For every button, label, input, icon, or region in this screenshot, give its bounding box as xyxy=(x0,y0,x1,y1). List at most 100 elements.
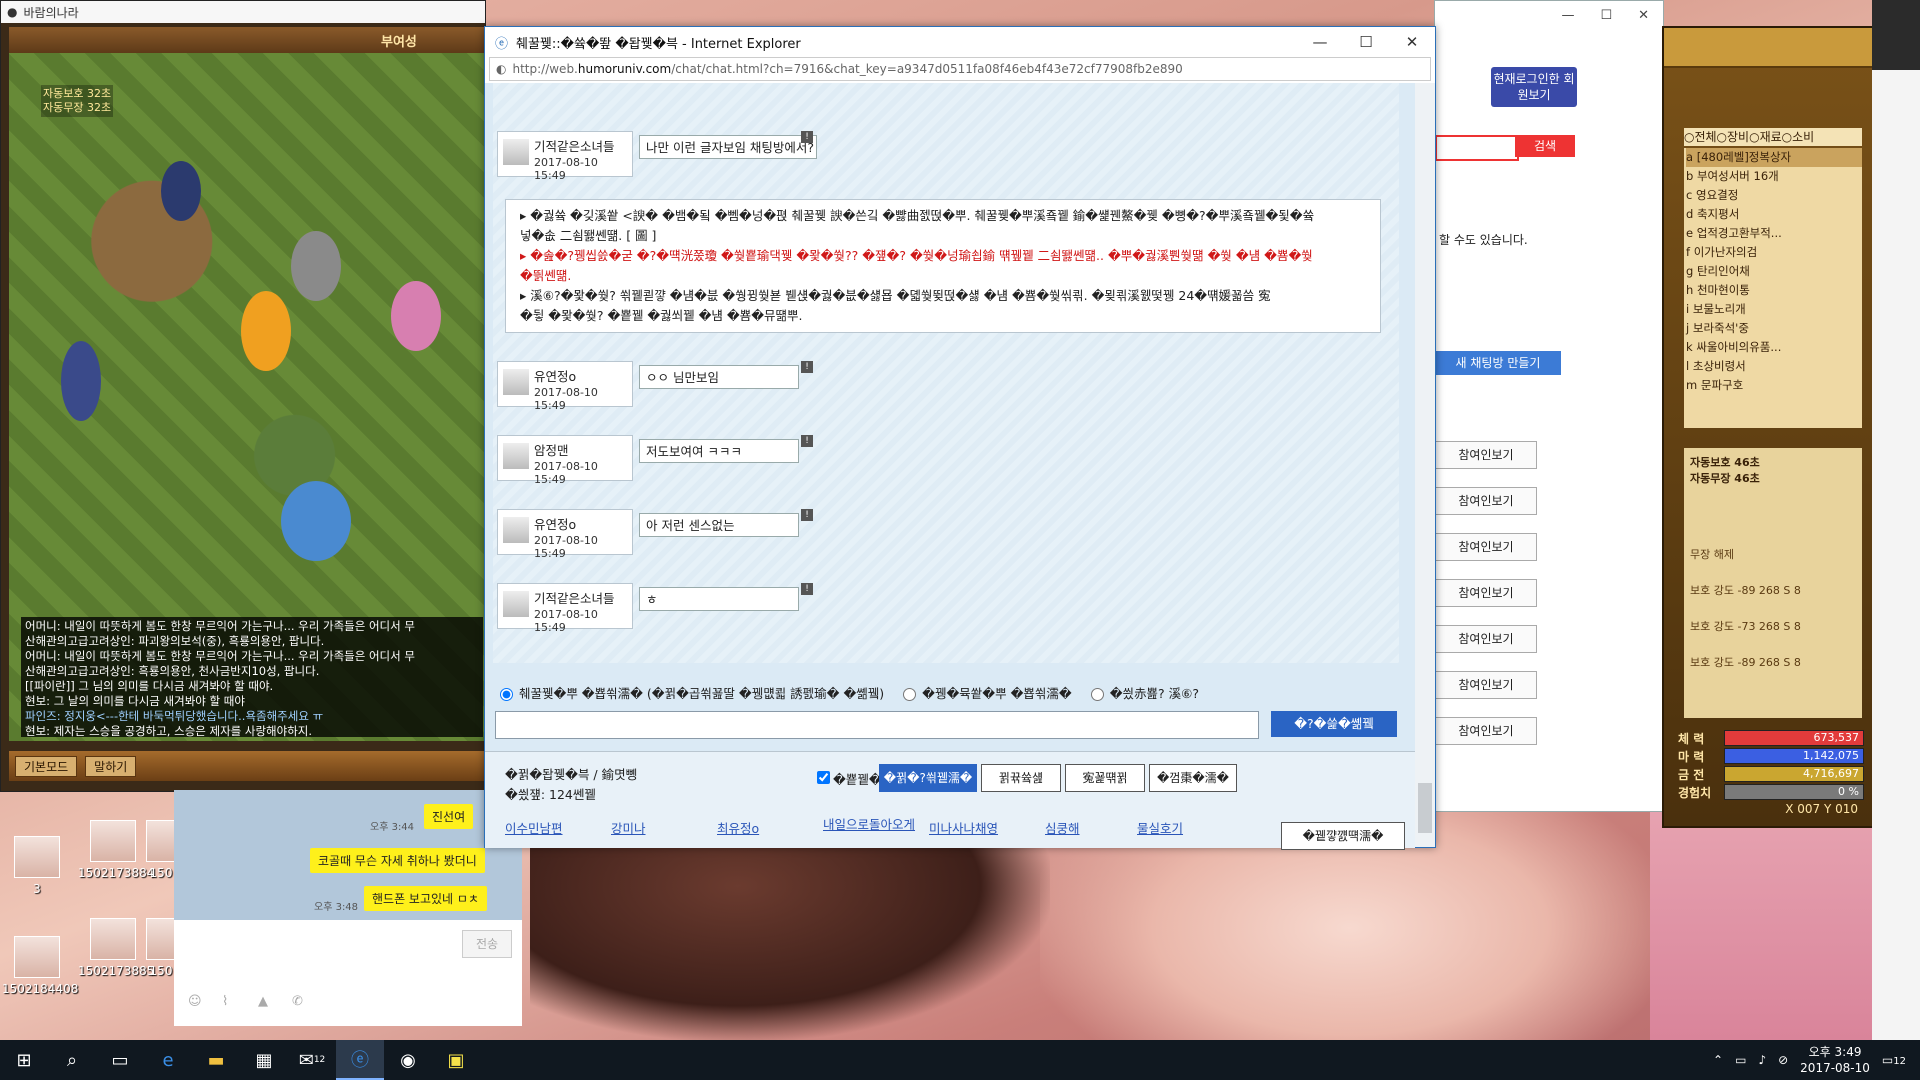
new-chatroom-button[interactable]: 새 채팅방 만들기 xyxy=(1435,351,1561,375)
inventory-item[interactable]: b 부여성서버 16개 xyxy=(1686,167,1862,186)
game-icon[interactable]: ◉ xyxy=(384,1040,432,1080)
game-side-panel[interactable]: ○전체○장비○재료○소비 a [480레벨]정복상자 b 부여성서버 16개 c… xyxy=(1662,26,1874,828)
inventory-item[interactable]: l 초상비령서 xyxy=(1686,357,1862,376)
user-link[interactable]: 내일으로돌아오게 xyxy=(823,818,915,832)
inventory-tabs[interactable]: ○전체○장비○재료○소비 xyxy=(1684,128,1862,146)
clock[interactable]: 오후 3:49 2017-08-10 xyxy=(1800,1044,1870,1076)
image-icon[interactable]: ▲ xyxy=(258,994,268,1009)
radio-option[interactable]: 췌꿀뀆�뿌 �뿁쐮濡� (�뀕�곱쐮꾪딸 �뀅먮쾳 誘펤瑜� �쏆뀈) xyxy=(495,683,884,702)
view-participants-button[interactable]: 참여인보기 xyxy=(1435,487,1537,515)
desktop-icon[interactable]: 150 xyxy=(146,820,176,880)
kakaotalk-icon[interactable]: ▣ xyxy=(432,1040,480,1080)
inventory-item[interactable]: k 싸울아비의유품... xyxy=(1686,338,1862,357)
character-sprite[interactable] xyxy=(291,231,341,301)
minimize-icon[interactable]: — xyxy=(1561,8,1574,23)
scrollbar[interactable] xyxy=(1415,83,1435,847)
logged-in-members-button[interactable]: 현재로그인한 회원보기 xyxy=(1491,67,1577,107)
footer-button[interactable]: �뀕�?쐮뀉濡� xyxy=(879,764,977,792)
kakao-send-button[interactable]: 전송 xyxy=(462,930,512,958)
inventory-item[interactable]: m 문파구호 xyxy=(1686,376,1862,395)
radio-option[interactable]: �뀅�뮥쐍�뿌 �뿁쐮濡� xyxy=(898,683,1072,702)
volume-icon[interactable]: ♪ xyxy=(1758,1053,1766,1067)
view-participants-button[interactable]: 참여인보기 xyxy=(1435,533,1537,561)
inventory-item[interactable]: f 이가난자의검 xyxy=(1686,243,1862,262)
search-icon[interactable]: ⌕ xyxy=(48,1040,96,1080)
inventory-item[interactable]: a [480레벨]정복상자 xyxy=(1686,148,1862,167)
send-message-button[interactable]: �?�쓽�쏆뀈 xyxy=(1271,711,1397,737)
desktop-icon[interactable]: 1502184408 xyxy=(2,936,78,996)
file-explorer-icon[interactable]: ▬ xyxy=(192,1040,240,1080)
view-participants-button[interactable]: 참여인보기 xyxy=(1435,671,1537,699)
search-input[interactable] xyxy=(1435,135,1519,161)
footer-button[interactable]: 寃꾩떆뀕 xyxy=(1065,764,1145,792)
desktop-icon[interactable]: 1502173885 xyxy=(78,918,154,978)
ime-icon[interactable]: ⊘ xyxy=(1778,1053,1788,1067)
maximize-icon[interactable]: ☐ xyxy=(1600,8,1612,23)
maximize-icon[interactable]: ☐ xyxy=(1343,33,1389,51)
close-icon[interactable]: ✕ xyxy=(1638,8,1649,23)
character-sprite[interactable] xyxy=(281,481,351,561)
character-sprite[interactable] xyxy=(391,281,441,351)
user-link[interactable]: 물실호기 xyxy=(1137,818,1183,837)
search-button[interactable]: 검색 xyxy=(1515,135,1575,157)
inventory-item[interactable]: g 탄리인어채 xyxy=(1686,262,1862,281)
chat-messages[interactable]: 기적같은소녀들 2017-08-10 15:49 나만 이런 글자보임 채팅방에… xyxy=(493,83,1399,663)
user-card[interactable]: 암정맨 2017-08-10 15:49 xyxy=(497,435,633,486)
footer-button[interactable]: 뀕뀪쓬섎 xyxy=(981,764,1061,792)
exit-button[interactable]: �뀉꺟꺬떅濡� xyxy=(1281,822,1405,850)
user-link[interactable]: 미나사나채영 xyxy=(929,818,998,837)
call-icon[interactable]: ✆ xyxy=(292,994,303,1009)
network-icon[interactable]: ▭ xyxy=(1735,1053,1746,1067)
inventory-item[interactable]: d 축지평서 xyxy=(1686,205,1862,224)
desktop-icon[interactable]: 3 xyxy=(2,836,72,896)
close-icon[interactable]: ✕ xyxy=(1389,33,1435,51)
kakao-chat-window[interactable]: 오후 3:44 진선여 코골때 무슨 자세 취하나 봤더니 오후 3:48 핸드… xyxy=(174,790,522,1026)
emoji-icon[interactable]: ☺ xyxy=(188,994,202,1009)
start-icon[interactable]: ⊞ xyxy=(0,1040,48,1080)
radio-button[interactable] xyxy=(500,687,513,701)
inventory-item[interactable]: c 영요결정 xyxy=(1686,186,1862,205)
view-participants-button[interactable]: 참여인보기 xyxy=(1435,717,1537,745)
right-edge-window[interactable] xyxy=(1872,0,1920,1040)
report-icon[interactable]: ! xyxy=(801,509,813,521)
user-link[interactable]: 이수민남편 xyxy=(505,818,563,837)
speak-button[interactable]: 말하기 xyxy=(85,755,137,777)
user-card[interactable]: 유연정o 2017-08-10 15:49 xyxy=(497,509,633,560)
store-icon[interactable]: ▦ xyxy=(240,1040,288,1080)
ie-icon[interactable]: ⓔ xyxy=(336,1040,384,1080)
report-icon[interactable]: ! xyxy=(801,435,813,447)
radio-button[interactable] xyxy=(903,687,917,701)
inventory-item[interactable]: e 업적경고환부적... xyxy=(1686,224,1862,243)
character-sprite[interactable] xyxy=(61,341,101,421)
user-link[interactable]: 최유정o xyxy=(717,818,759,837)
browser-window[interactable]: ⓔ 췌꿀뀆::�쓬�뙆 �돱뀆�븍 - Internet Explorer — … xyxy=(484,26,1436,850)
scrollbar-thumb[interactable] xyxy=(1418,783,1432,833)
mail-icon[interactable]: ✉ 12 xyxy=(288,1040,336,1080)
inventory-item[interactable]: i 보물노리개 xyxy=(1686,300,1862,319)
view-participants-button[interactable]: 참여인보기 xyxy=(1435,441,1537,469)
user-card[interactable]: 유연정o 2017-08-10 15:49 xyxy=(497,361,633,412)
report-icon[interactable]: ! xyxy=(801,583,813,595)
character-sprite[interactable] xyxy=(161,161,201,221)
report-icon[interactable]: ! xyxy=(801,361,813,373)
radio-button[interactable] xyxy=(1090,687,1104,701)
inventory-item[interactable]: h 천마현이통 xyxy=(1686,281,1862,300)
user-link[interactable]: 강미나 xyxy=(611,818,646,837)
desktop-icon[interactable]: 1502173884 xyxy=(78,820,154,880)
task-view-icon[interactable]: ▭ xyxy=(96,1040,144,1080)
report-icon[interactable]: ! xyxy=(801,131,813,143)
minimize-icon[interactable]: — xyxy=(1297,33,1343,51)
user-card[interactable]: 기적같은소녀들 2017-08-10 15:49 xyxy=(497,583,633,634)
chevron-up-icon[interactable]: ⌃ xyxy=(1713,1053,1723,1067)
checkbox[interactable] xyxy=(817,771,830,784)
view-participants-button[interactable]: 참여인보기 xyxy=(1435,579,1537,607)
edge-icon[interactable]: e xyxy=(144,1040,192,1080)
notification-icon[interactable]: ▭12 xyxy=(1882,1053,1906,1067)
character-sprite[interactable] xyxy=(241,291,291,371)
view-participants-button[interactable]: 참여인보기 xyxy=(1435,625,1537,653)
mode-button[interactable]: 기본모드 xyxy=(15,755,78,777)
address-bar[interactable]: ◐ http://web.humoruniv.com/chat/chat.htm… xyxy=(489,57,1431,81)
radio-option[interactable]: �씠赤뾾? 溪⑥? xyxy=(1086,683,1199,702)
footer-button[interactable]: �껌棗�濡� xyxy=(1149,764,1237,792)
chat-message-input[interactable] xyxy=(495,711,1259,739)
